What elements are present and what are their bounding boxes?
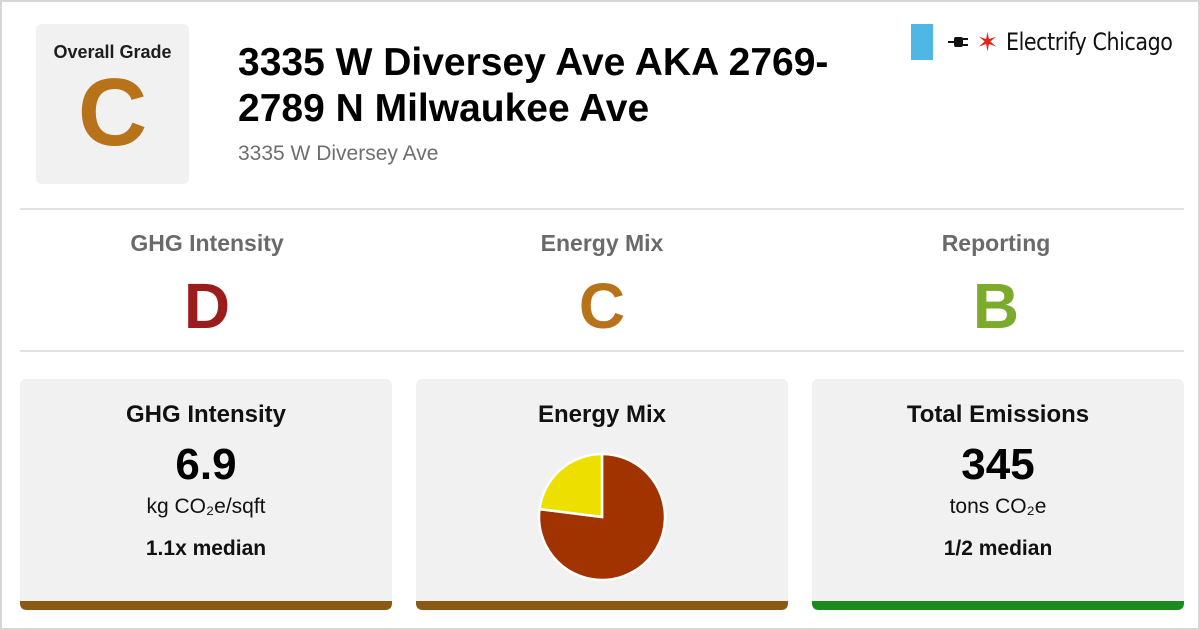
subgrade-label: GHG Intensity [130,230,284,256]
ghg-intensity-unit: kg CO₂e/sqft [146,495,266,518]
energy-mix-pie-chart [536,451,668,583]
card-accent-bar [416,601,788,610]
brand-name: Electrify Chicago [1006,28,1173,56]
plug-icon [947,37,968,47]
chicago-flag-bar-icon [910,24,933,60]
subgrade-energy-mix: Energy Mix C [407,230,797,341]
card-accent-bar [20,601,392,610]
card-title: Energy Mix [537,401,667,428]
overall-grade-letter: C [77,59,148,166]
overall-grade-box: Overall Grade C [36,24,189,184]
subgrade-letter: C [578,270,626,342]
subgrade-reporting: Reporting B [801,230,1191,341]
red-star-icon: ✶ [976,27,999,57]
card-title: GHG Intensity [125,401,287,428]
ghg-intensity-median: 1.1x median [145,537,267,560]
subgrade-letter: D [183,270,231,342]
ghg-intensity-value: 6.9 [175,440,237,489]
card-accent-bar [812,601,1184,610]
divider [20,350,1184,352]
subgrade-label: Reporting [941,230,1051,256]
share-card: Overall Grade C 3335 W Diversey Ave AKA … [0,0,1200,630]
total-emissions-card: Total Emissions 345 tons CO₂e 1/2 median [812,379,1184,610]
total-emissions-value: 345 [961,440,1035,489]
building-title: 3335 W Diversey Ave AKA 2769-2789 N Milw… [238,41,829,130]
subgrade-ghg-intensity: GHG Intensity D [12,230,402,341]
divider [20,208,1184,210]
energy-mix-card: Energy Mix [416,379,788,610]
total-emissions-median: 1/2 median [943,537,1053,560]
brand-logo: ✶ Electrify Chicago [910,24,1174,60]
total-emissions-unit: tons CO₂e [949,495,1047,518]
pie-slice-1 [538,452,604,519]
card-title: Total Emissions [906,401,1090,428]
subgrade-letter: B [972,270,1020,342]
subgrade-label: Energy Mix [540,230,664,256]
ghg-intensity-card: GHG Intensity 6.9 kg CO₂e/sqft 1.1x medi… [20,379,392,610]
building-address: 3335 W Diversey Ave [238,142,439,165]
